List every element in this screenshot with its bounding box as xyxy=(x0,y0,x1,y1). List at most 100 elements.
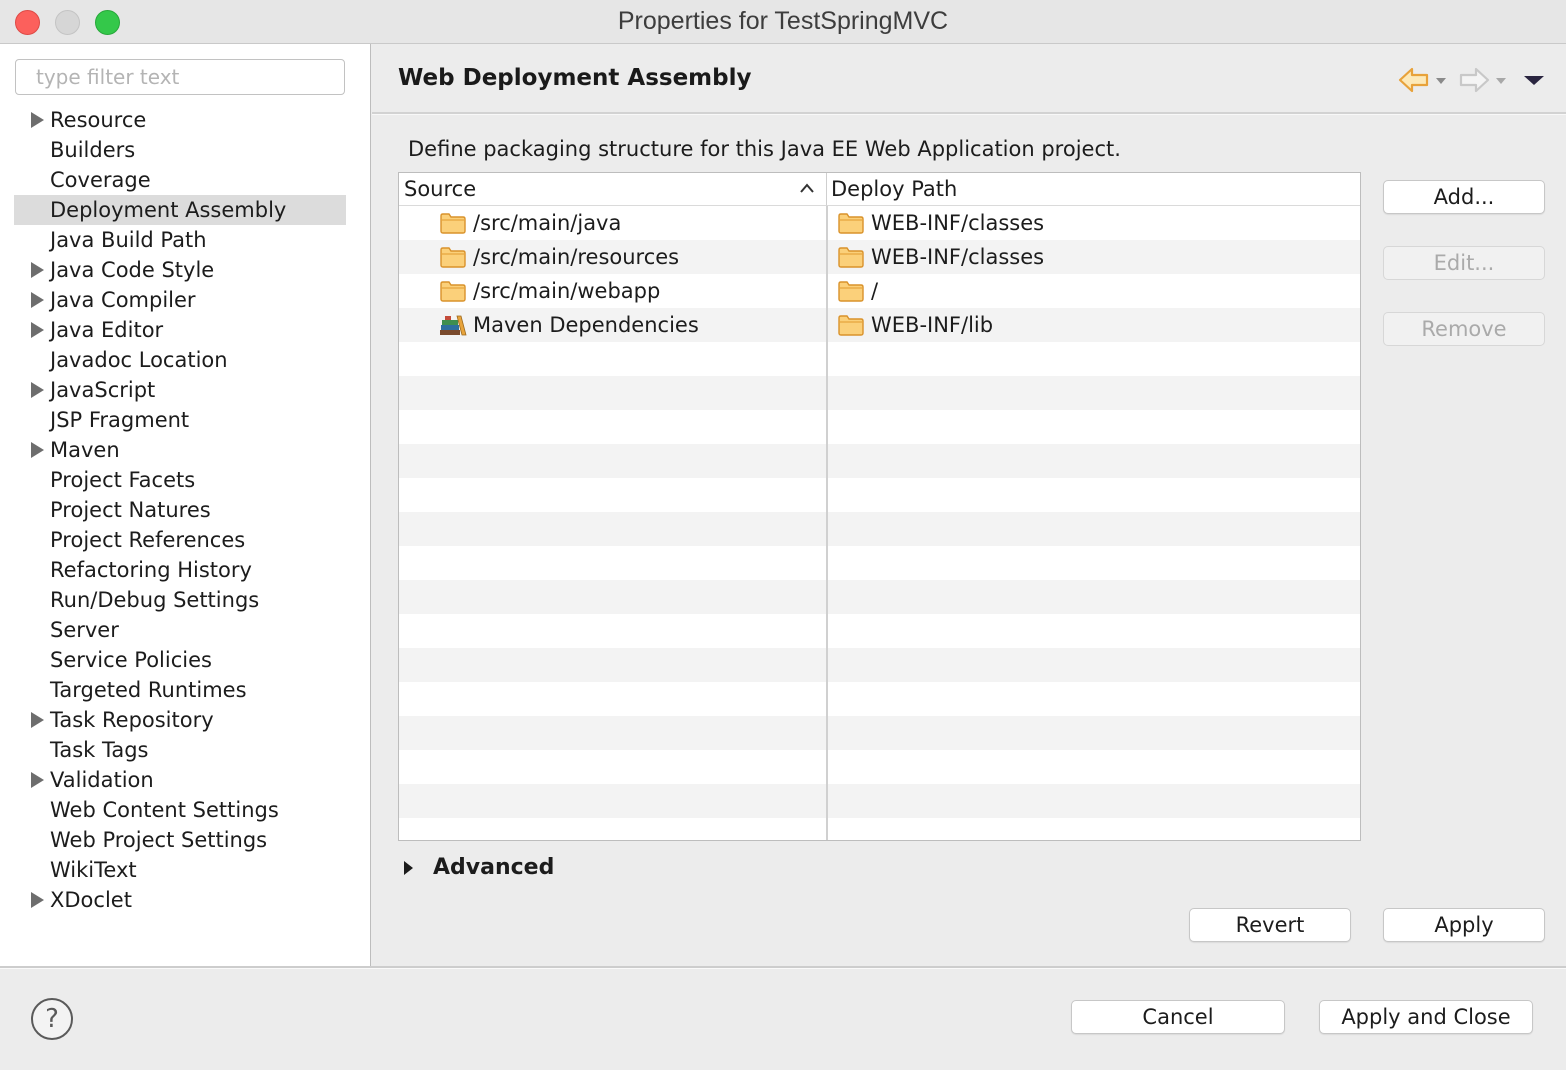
tree-item[interactable]: Coverage xyxy=(14,165,346,195)
sort-ascending-icon xyxy=(800,183,814,193)
tree-item[interactable]: Server xyxy=(14,615,346,645)
tree-item[interactable]: Service Policies xyxy=(14,645,346,675)
filter-input[interactable] xyxy=(15,59,345,95)
tree-item[interactable]: Task Tags xyxy=(14,735,346,765)
tree-item-label: Service Policies xyxy=(50,648,212,672)
tree-item[interactable]: Refactoring History xyxy=(14,555,346,585)
tree-item[interactable]: Project Natures xyxy=(14,495,346,525)
source-cell: /src/main/resources xyxy=(439,240,679,274)
page-title: Web Deployment Assembly xyxy=(398,65,752,91)
property-tree: Resource Builders Coverage Deployment Assem… xyxy=(14,105,346,915)
question-mark-icon[interactable]: ? xyxy=(31,998,73,1040)
folder-icon xyxy=(440,281,466,302)
expand-triangle-icon xyxy=(404,861,413,875)
page-navigation xyxy=(1398,66,1558,96)
expand-triangle-icon[interactable] xyxy=(31,262,44,278)
tree-item-label: Task Tags xyxy=(50,738,149,762)
deploy-path-cell-text: WEB-INF/lib xyxy=(871,313,994,337)
tree-item-label: WikiText xyxy=(50,858,137,882)
expand-triangle-icon[interactable] xyxy=(31,382,44,398)
source-column-label: Source xyxy=(404,177,477,201)
table-rows: /src/main/java WEB-INF/classes/src/main/r… xyxy=(399,206,1360,840)
table-row[interactable]: /src/main/webapp / xyxy=(399,274,1360,308)
tree-item[interactable]: JSP Fragment xyxy=(14,405,346,435)
forward-arrow-icon[interactable] xyxy=(1458,66,1490,94)
advanced-label: Advanced xyxy=(433,855,555,880)
expand-triangle-icon[interactable] xyxy=(31,112,44,128)
tree-item[interactable]: Task Repository xyxy=(14,705,346,735)
remove-button[interactable]: Remove xyxy=(1383,312,1545,346)
tree-item[interactable]: Java Compiler xyxy=(14,285,346,315)
tree-item[interactable]: Maven xyxy=(14,435,346,465)
expand-triangle-icon[interactable] xyxy=(31,292,44,308)
tree-item-label: XDoclet xyxy=(50,888,132,912)
view-menu-icon[interactable] xyxy=(1522,66,1546,94)
back-history-dropdown-icon[interactable] xyxy=(1434,66,1448,94)
tree-item[interactable]: Java Build Path xyxy=(14,225,346,255)
tree-item[interactable]: Java Code Style xyxy=(14,255,346,285)
tree-item[interactable]: Web Content Settings xyxy=(14,795,346,825)
folder-icon xyxy=(838,247,864,268)
tree-item-label: Project References xyxy=(50,528,246,552)
tree-item-label: Run/Debug Settings xyxy=(50,588,260,612)
tree-item[interactable]: Java Editor xyxy=(14,315,346,345)
table-row[interactable]: /src/main/java WEB-INF/classes xyxy=(399,206,1360,240)
tree-item[interactable]: JavaScript xyxy=(14,375,346,405)
expand-triangle-icon[interactable] xyxy=(31,712,44,728)
tree-item-label: Builders xyxy=(50,138,136,162)
source-cell-text: /src/main/resources xyxy=(473,245,680,269)
main-panel: Web Deployment Assembly Define packaging… xyxy=(372,44,1566,966)
deploy-path-cell-text: / xyxy=(871,279,879,303)
expand-triangle-icon[interactable] xyxy=(31,442,44,458)
tree-item[interactable]: Resource xyxy=(14,105,346,135)
tree-item-label: Project Facets xyxy=(50,468,196,492)
column-divider[interactable] xyxy=(826,206,828,840)
table-row xyxy=(399,818,1360,840)
tree-item[interactable]: Project Facets xyxy=(14,465,346,495)
tree-item-label: Java Editor xyxy=(50,318,164,342)
tree-item[interactable]: WikiText xyxy=(14,855,346,885)
table-row xyxy=(399,750,1360,784)
forward-history-dropdown-icon[interactable] xyxy=(1494,66,1508,94)
tree-item[interactable]: Web Project Settings xyxy=(14,825,346,855)
table-row xyxy=(399,444,1360,478)
deployment-table[interactable]: Source Deploy Path /src/main/java WEB-INF… xyxy=(398,172,1361,841)
expand-triangle-icon[interactable] xyxy=(31,892,44,908)
source-column-header[interactable]: Source xyxy=(399,173,827,206)
back-arrow-icon[interactable] xyxy=(1398,66,1430,94)
revert-button[interactable]: Revert xyxy=(1189,908,1351,942)
sidebar: Resource Builders Coverage Deployment Assem… xyxy=(0,44,371,966)
source-cell: /src/main/java xyxy=(439,206,621,240)
source-cell: Maven Dependencies xyxy=(439,308,699,342)
apply-button[interactable]: Apply xyxy=(1383,908,1545,942)
expand-triangle-icon[interactable] xyxy=(31,772,44,788)
tree-item[interactable]: Javadoc Location xyxy=(14,345,346,375)
table-row xyxy=(399,478,1360,512)
tree-item-label: Project Natures xyxy=(50,498,211,522)
tree-item-label: Web Project Settings xyxy=(50,828,268,852)
expand-triangle-icon[interactable] xyxy=(31,322,44,338)
table-row xyxy=(399,682,1360,716)
table-row[interactable]: Maven Dependencies WEB-INF/lib xyxy=(399,308,1360,342)
source-cell: /src/main/webapp xyxy=(439,274,660,308)
add-button[interactable]: Add... xyxy=(1383,180,1545,214)
tree-item[interactable]: Validation xyxy=(14,765,346,795)
edit-button[interactable]: Edit... xyxy=(1383,246,1545,280)
tree-item[interactable]: Builders xyxy=(14,135,346,165)
apply-and-close-button[interactable]: Apply and Close xyxy=(1319,1000,1533,1034)
tree-item-label: Java Compiler xyxy=(50,288,196,312)
tree-item[interactable]: Deployment Assembly xyxy=(14,195,346,225)
deploy-path-column-header[interactable]: Deploy Path xyxy=(827,173,1360,206)
table-row[interactable]: /src/main/resources WEB-INF/classes xyxy=(399,240,1360,274)
source-cell-text: Maven Dependencies xyxy=(473,313,699,337)
tree-item[interactable]: Project References xyxy=(14,525,346,555)
deploy-path-cell-text: WEB-INF/classes xyxy=(871,211,1045,235)
source-cell-text: /src/main/webapp xyxy=(473,279,661,303)
tree-item-label: Coverage xyxy=(50,168,151,192)
tree-item[interactable]: XDoclet xyxy=(14,885,346,915)
tree-item[interactable]: Run/Debug Settings xyxy=(14,585,346,615)
tree-item[interactable]: Targeted Runtimes xyxy=(14,675,346,705)
tree-item-label: Web Content Settings xyxy=(50,798,279,822)
table-row xyxy=(399,342,1360,376)
cancel-button[interactable]: Cancel xyxy=(1071,1000,1285,1034)
